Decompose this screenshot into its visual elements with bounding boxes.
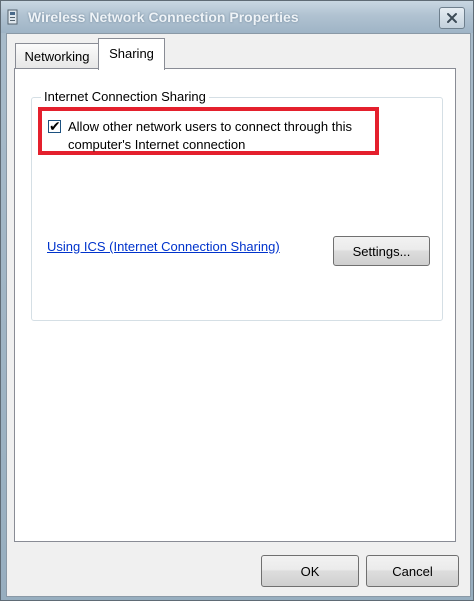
close-button[interactable] [439,7,465,29]
checkmark-icon: ✔ [49,118,61,134]
ok-button[interactable]: OK [261,555,359,587]
tab-sharing-label: Sharing [109,46,154,61]
tab-networking-label: Networking [24,49,90,64]
tab-networking[interactable]: Networking [15,43,99,69]
sharing-tab-panel: Internet Connection Sharing ✔ Allow othe… [14,68,456,542]
window-title: Wireless Network Connection Properties [28,9,299,25]
close-icon [447,13,457,23]
properties-dialog: Wireless Network Connection Properties N… [0,0,474,601]
cancel-button[interactable]: Cancel [366,555,459,587]
using-ics-link[interactable]: Using ICS (Internet Connection Sharing) [47,239,280,254]
allow-sharing-label[interactable]: Allow other network users to connect thr… [68,118,388,154]
allow-sharing-checkbox[interactable]: ✔ [48,118,61,134]
tab-sharing[interactable]: Sharing [98,38,165,70]
title-bar[interactable]: Wireless Network Connection Properties [1,1,473,33]
network-adapter-icon [7,9,18,25]
dialog-client-area: Networking Sharing Internet Connection S… [6,33,471,597]
ics-group-label: Internet Connection Sharing [41,89,209,104]
settings-button[interactable]: Settings... [333,236,430,266]
